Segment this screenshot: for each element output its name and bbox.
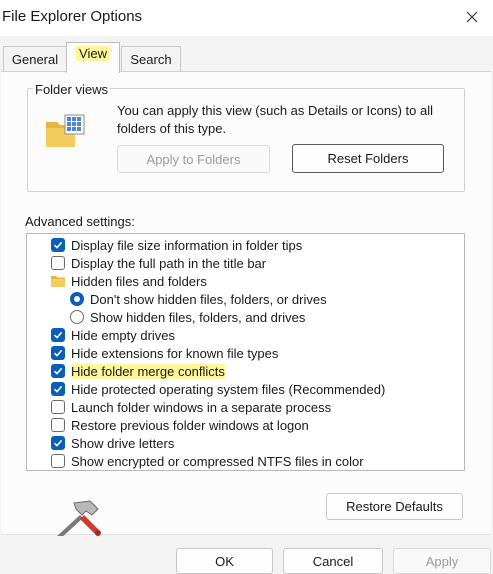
advanced-setting-label: Hidden files and folders <box>71 273 207 289</box>
folder-view-icon <box>46 114 85 147</box>
apply-button[interactable]: Apply <box>393 548 491 574</box>
checkbox-unchecked[interactable] <box>51 400 65 414</box>
advanced-setting-row[interactable]: Launch folder windows in a separate proc… <box>51 398 464 416</box>
advanced-setting-label: Don't show hidden files, folders, or dri… <box>90 291 327 307</box>
checkbox-unchecked[interactable] <box>51 256 65 270</box>
advanced-setting-label: Show drive letters <box>71 435 175 451</box>
ok-label: OK <box>215 553 234 569</box>
advanced-setting-row: Hidden files and folders <box>51 272 464 290</box>
advanced-setting-label: Restore previous folder windows at logon <box>71 417 309 433</box>
advanced-setting-row[interactable]: Display the full path in the title bar <box>51 254 464 272</box>
restore-defaults-button[interactable]: Restore Defaults <box>326 493 463 520</box>
advanced-setting-row[interactable]: Don't show hidden files, folders, or dri… <box>70 290 464 308</box>
folder-icon <box>51 276 65 287</box>
tab-view-label: View <box>76 45 110 61</box>
tab-general[interactable]: General <box>3 46 67 71</box>
advanced-setting-row[interactable]: Restore previous folder windows at logon <box>51 416 464 434</box>
advanced-setting-row[interactable]: Hide protected operating system files (R… <box>51 380 464 398</box>
advanced-setting-row[interactable]: Show encrypted or compressed NTFS files … <box>51 452 464 470</box>
advanced-settings-list[interactable]: Display file size information in folder … <box>26 233 465 471</box>
advanced-setting-row[interactable]: Show drive letters <box>51 434 464 452</box>
tab-view[interactable]: View <box>66 42 120 73</box>
advanced-setting-label: Show hidden files, folders, and drives <box>90 309 306 325</box>
advanced-setting-row[interactable]: Hide empty drives <box>51 326 464 344</box>
radio-unselected[interactable] <box>70 310 84 324</box>
restore-defaults-label: Restore Defaults <box>346 499 443 514</box>
advanced-setting-label: Display the full path in the title bar <box>71 255 267 271</box>
checkbox-checked[interactable] <box>51 328 65 342</box>
advanced-setting-label: Launch folder windows in a separate proc… <box>71 399 332 415</box>
close-icon <box>466 11 478 23</box>
reset-folders-label: Reset Folders <box>327 151 409 166</box>
folder-views-label: Folder views <box>33 82 110 97</box>
apply-label: Apply <box>425 553 459 569</box>
advanced-setting-row[interactable]: Display file size information in folder … <box>51 236 464 254</box>
advanced-setting-row[interactable]: Show hidden files, folders, and drives <box>70 308 464 326</box>
reset-folders-button[interactable]: Reset Folders <box>292 144 444 173</box>
checkbox-checked[interactable] <box>51 346 65 360</box>
advanced-setting-label: Show encrypted or compressed NTFS files … <box>71 453 364 469</box>
cancel-button[interactable]: Cancel <box>283 548 383 574</box>
cancel-label: Cancel <box>312 553 354 569</box>
tab-strip: General View Search <box>0 36 493 73</box>
advanced-setting-row[interactable]: Hide extensions for known file types <box>51 344 464 362</box>
advanced-setting-row[interactable]: Hide folder merge conflicts <box>51 362 464 380</box>
window-title: File Explorer Options <box>2 8 143 25</box>
advanced-setting-label: Hide extensions for known file types <box>71 345 279 361</box>
checkbox-checked[interactable] <box>51 364 65 378</box>
folder-views-description: You can apply this view (such as Details… <box>117 103 434 136</box>
apply-to-folders-label: Apply to Folders <box>146 151 241 167</box>
tab-general-label: General <box>11 51 59 67</box>
advanced-setting-label: Hide empty drives <box>71 327 176 343</box>
advanced-setting-label: Display file size information in folder … <box>71 237 303 253</box>
radio-selected[interactable] <box>70 292 84 306</box>
apply-to-folders-button[interactable]: Apply to Folders <box>117 145 270 173</box>
advanced-settings-label: Advanced settings: <box>25 214 135 229</box>
tab-search[interactable]: Search <box>121 46 181 71</box>
checkbox-unchecked[interactable] <box>51 454 65 468</box>
close-button[interactable] <box>457 4 487 30</box>
ok-button[interactable]: OK <box>176 548 273 574</box>
tab-search-label: Search <box>130 51 172 67</box>
checkbox-checked[interactable] <box>51 382 65 396</box>
advanced-setting-label: Hide folder merge conflicts <box>71 363 225 379</box>
advanced-setting-label: Hide protected operating system files (R… <box>71 381 386 397</box>
title-bar: File Explorer Options <box>0 0 493 36</box>
checkbox-checked[interactable] <box>51 436 65 450</box>
checkbox-unchecked[interactable] <box>51 418 65 432</box>
checkbox-checked[interactable] <box>51 238 65 252</box>
